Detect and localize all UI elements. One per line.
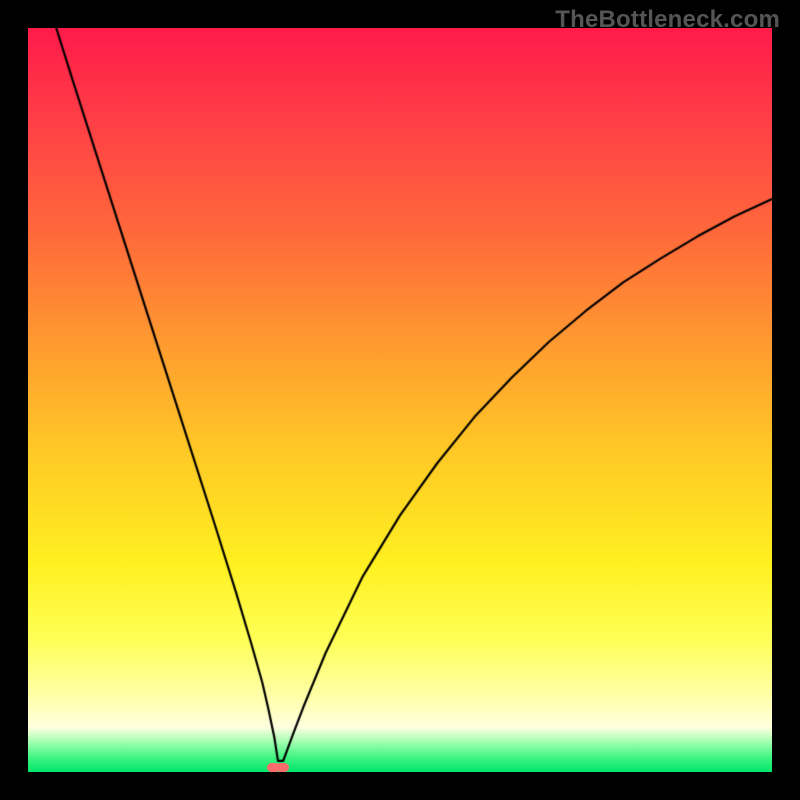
plot-area [28, 28, 772, 772]
chart-frame: TheBottleneck.com [0, 0, 800, 800]
bottleneck-curve-canvas [28, 28, 772, 772]
minimum-marker-2 [276, 763, 289, 773]
